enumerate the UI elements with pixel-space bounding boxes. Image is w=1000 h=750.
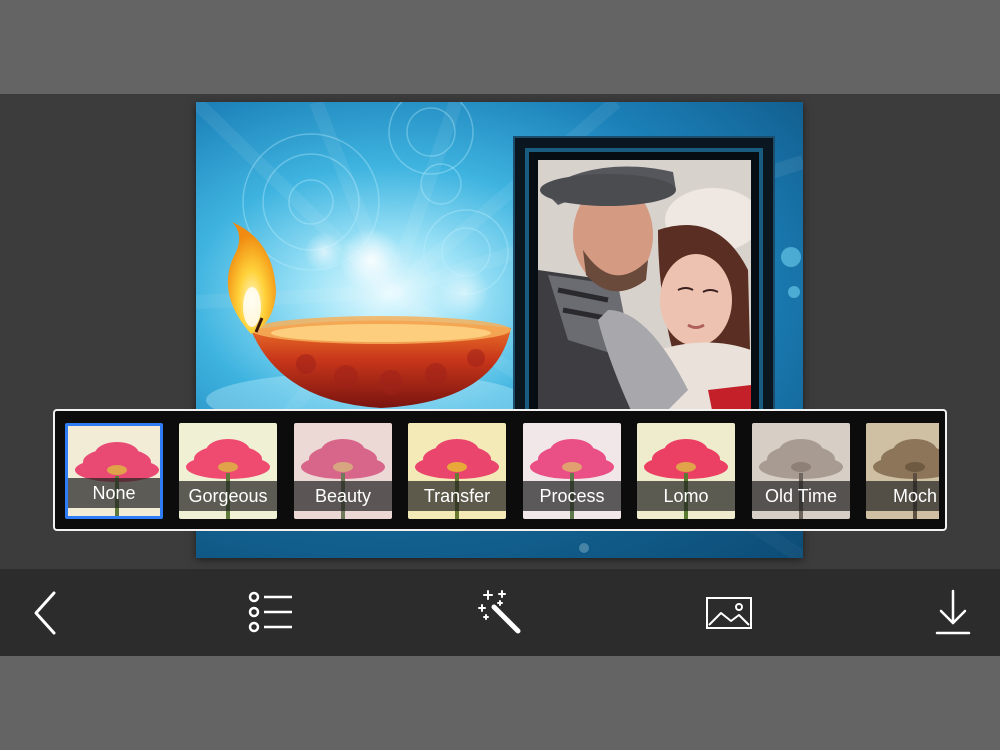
filter-gorgeous[interactable]: Gorgeous bbox=[179, 423, 277, 519]
list-button[interactable] bbox=[244, 587, 296, 639]
bottom-toolbar bbox=[0, 569, 1000, 656]
filter-label: Beauty bbox=[294, 481, 392, 511]
filter-none[interactable]: None bbox=[65, 423, 163, 519]
couple-photo-image bbox=[538, 160, 751, 415]
filter-process[interactable]: Process bbox=[523, 423, 621, 519]
filter-beauty[interactable]: Beauty bbox=[294, 423, 392, 519]
filter-strip: None Gorgeous Beauty Transfer Process Lo… bbox=[53, 409, 947, 531]
chevron-left-icon bbox=[34, 591, 56, 635]
filter-lomo[interactable]: Lomo bbox=[637, 423, 735, 519]
filter-label: Old Time bbox=[752, 481, 850, 511]
magic-wand-icon bbox=[478, 590, 521, 634]
background-button[interactable] bbox=[703, 587, 755, 639]
filter-list: None Gorgeous Beauty Transfer Process Lo… bbox=[65, 421, 939, 521]
bottom-band bbox=[0, 656, 1000, 750]
filter-label: Lomo bbox=[637, 481, 735, 511]
top-band bbox=[0, 0, 1000, 94]
download-button[interactable] bbox=[927, 587, 979, 639]
filter-label: Transfer bbox=[408, 481, 506, 511]
filter-label: Process bbox=[523, 481, 621, 511]
filter-mocha[interactable]: Moch bbox=[866, 423, 939, 519]
couple-photo[interactable] bbox=[538, 160, 751, 415]
filter-transfer[interactable]: Transfer bbox=[408, 423, 506, 519]
filter-label: Moch bbox=[866, 481, 939, 511]
effects-button[interactable] bbox=[474, 587, 526, 639]
download-icon bbox=[935, 589, 971, 635]
filter-label: Gorgeous bbox=[179, 481, 277, 511]
list-icon bbox=[248, 591, 292, 633]
filter-old-time[interactable]: Old Time bbox=[752, 423, 850, 519]
image-icon bbox=[706, 597, 752, 629]
back-button[interactable] bbox=[22, 587, 74, 639]
filter-label: None bbox=[68, 478, 160, 508]
